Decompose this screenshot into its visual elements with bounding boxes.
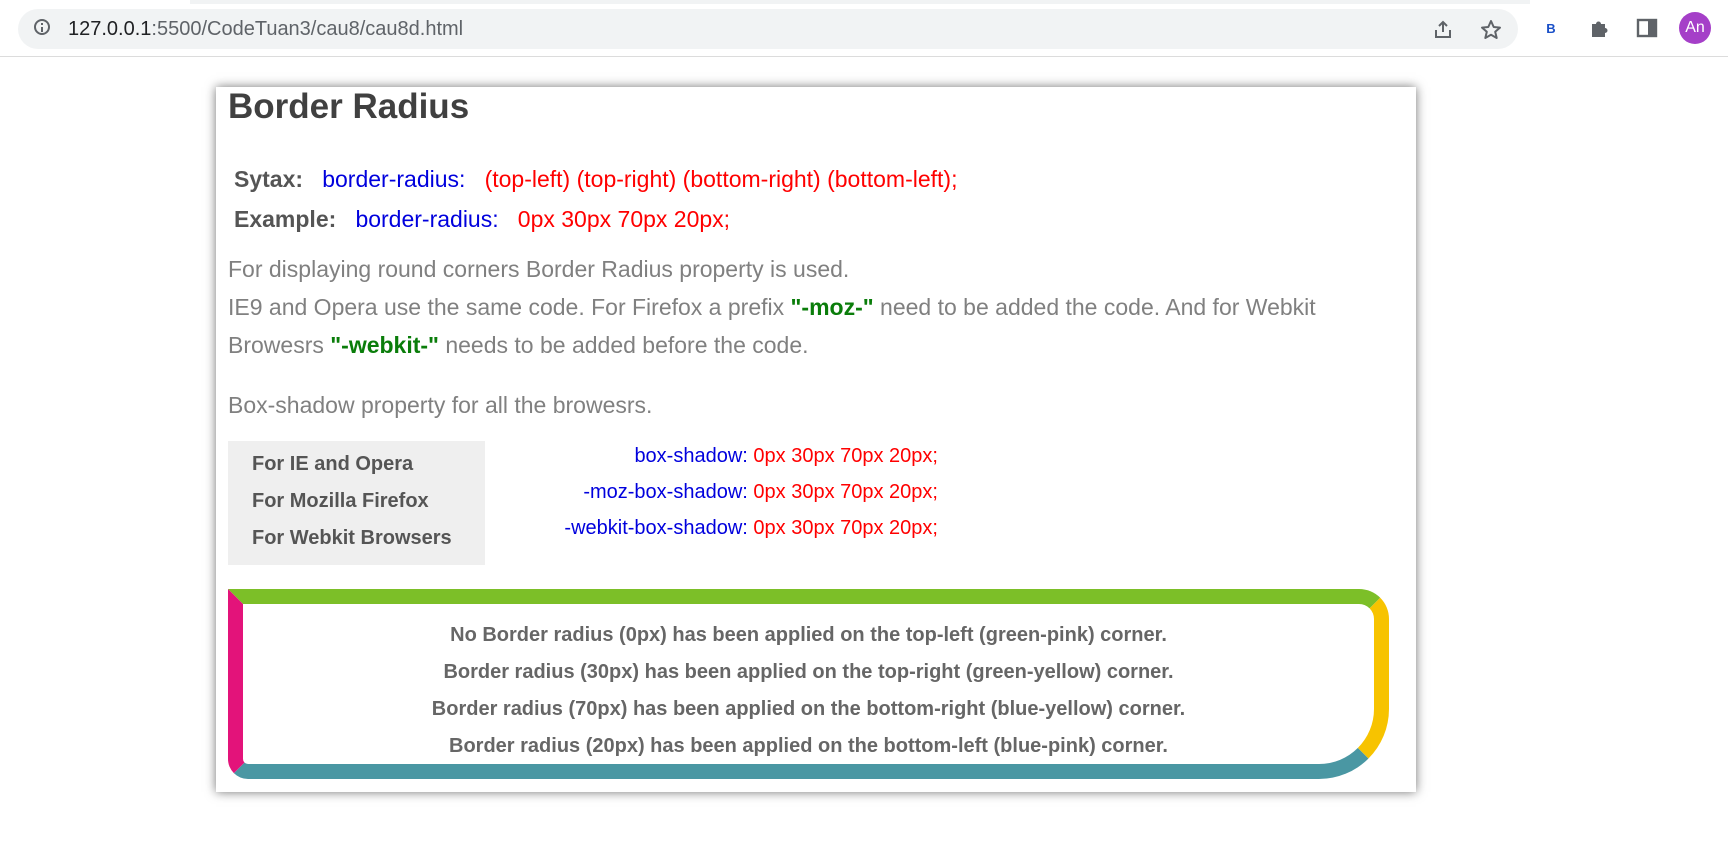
border-radius-demo-box: No Border radius (0px) has been applied …: [228, 589, 1389, 779]
share-icon[interactable]: [1430, 17, 1456, 43]
browser-item-ie-opera: For IE and Opera: [252, 453, 414, 475]
example-row: Example: border-radius: 0px 30px 70px 20…: [234, 206, 730, 233]
address-bar[interactable]: 127.0.0.1:5500/CodeTuan3/cau8/cau8d.html: [18, 9, 1518, 49]
webkit-box-shadow-value: 0px 30px 70px 20px;: [753, 517, 938, 539]
example-property: border-radius:: [355, 206, 499, 232]
syntax-row: Sytax: border-radius: (top-left) (top-ri…: [234, 166, 957, 193]
browser-toolbar: 127.0.0.1:5500/CodeTuan3/cau8/cau8d.html…: [0, 0, 1728, 57]
syntax-label: Sytax:: [234, 166, 304, 192]
example-value: 0px 30px 70px 20px;: [517, 206, 731, 232]
description-paragraph: For displaying round corners Border Radi…: [228, 250, 1378, 364]
box-shadow-code-webkit: -webkit-box-shadow: 0px 30px 70px 20px;: [564, 517, 938, 540]
box-shadow-code-moz: -moz-box-shadow: 0px 30px 70px 20px;: [583, 481, 938, 504]
side-panel-icon[interactable]: [1631, 12, 1663, 44]
box-shadow-intro: Box-shadow property for all the browesrs…: [228, 392, 653, 418]
description-line1: For displaying round corners Border Radi…: [228, 256, 850, 282]
profile-avatar[interactable]: An: [1679, 12, 1711, 44]
description-line2-suffix: needs to be added before the code.: [438, 332, 809, 358]
moz-prefix-keyword: "-moz-": [790, 294, 874, 320]
url-path: :5500/CodeTuan3/cau8/cau8d.html: [151, 18, 464, 40]
page-title: Border Radius: [228, 87, 470, 126]
moz-box-shadow-property: -moz-box-shadow:: [583, 481, 748, 503]
extensions-puzzle-icon[interactable]: [1583, 12, 1615, 44]
content-card: Border Radius Sytax: border-radius: (top…: [216, 87, 1416, 792]
url-text[interactable]: 127.0.0.1:5500/CodeTuan3/cau8/cau8d.html: [68, 18, 463, 41]
extension-b-label: B: [1546, 20, 1556, 36]
bookmark-star-icon[interactable]: [1478, 17, 1504, 43]
tab-strip-edge: [190, 0, 1530, 4]
syntax-property: border-radius:: [322, 166, 466, 192]
site-info-icon[interactable]: [34, 19, 50, 35]
demo-line-top-left: No Border radius (0px) has been applied …: [450, 624, 1167, 646]
example-label: Example:: [234, 206, 337, 232]
box-shadow-value: 0px 30px 70px 20px;: [753, 445, 938, 467]
webkit-prefix-keyword: "-webkit-": [330, 332, 439, 358]
browser-item-webkit: For Webkit Browsers: [252, 527, 452, 549]
syntax-value: (top-left) (top-right) (bottom-right) (b…: [484, 166, 958, 192]
moz-box-shadow-value: 0px 30px 70px 20px;: [753, 481, 938, 503]
box-shadow-property: box-shadow:: [634, 445, 748, 467]
box-shadow-code-ie: box-shadow: 0px 30px 70px 20px;: [634, 445, 938, 468]
demo-line-bottom-left: Border radius (20px) has been applied on…: [449, 735, 1168, 757]
extension-b-button[interactable]: B: [1535, 12, 1567, 44]
webkit-box-shadow-property: -webkit-box-shadow:: [564, 517, 748, 539]
description-line2-prefix: IE9 and Opera use the same code. For Fir…: [228, 294, 791, 320]
browser-list: For IE and Opera For Mozilla Firefox For…: [228, 441, 485, 565]
browser-item-firefox: For Mozilla Firefox: [252, 490, 429, 512]
url-host: 127.0.0.1: [68, 18, 152, 40]
demo-line-bottom-right: Border radius (70px) has been applied on…: [431, 698, 1186, 720]
demo-line-top-right: Border radius (30px) has been applied on…: [443, 661, 1174, 683]
